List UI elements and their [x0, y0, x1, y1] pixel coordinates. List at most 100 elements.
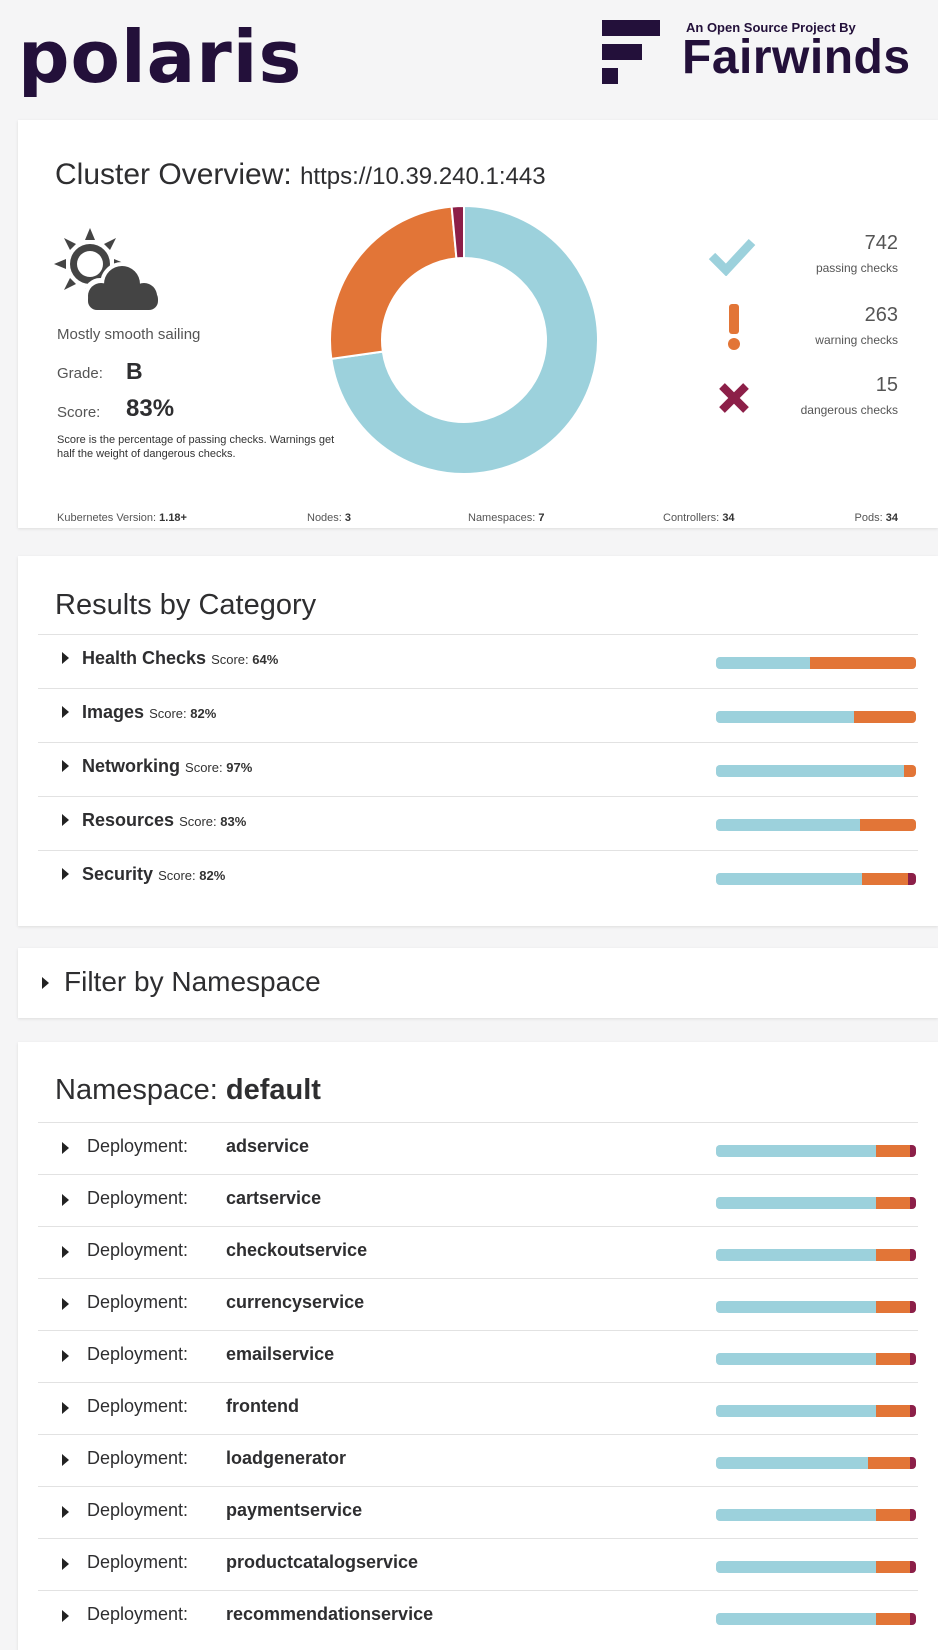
caret-right-icon[interactable] — [62, 706, 69, 718]
checks-donut-chart — [329, 204, 599, 475]
deployment-row[interactable]: Deployment: paymentservice — [38, 1486, 918, 1540]
deployment-score-bar — [716, 1301, 916, 1313]
category-row-health-checks[interactable]: Health Checks Score: 64% — [38, 634, 918, 688]
caret-right-icon[interactable] — [42, 977, 49, 989]
bar-danger — [910, 1353, 916, 1365]
pods-count: Pods: 34 — [855, 512, 898, 524]
bar-danger — [910, 1613, 916, 1625]
bar-passing — [716, 1509, 876, 1521]
caret-right-icon[interactable] — [62, 652, 69, 664]
caret-right-icon[interactable] — [62, 760, 69, 772]
bar-passing — [716, 1249, 876, 1261]
cluster-mood: Mostly smooth sailing — [57, 326, 201, 343]
filter-by-namespace-card[interactable]: Filter by Namespace — [18, 948, 938, 1018]
caret-right-icon[interactable] — [62, 1610, 69, 1622]
caret-right-icon[interactable] — [62, 1454, 69, 1466]
bar-warning — [876, 1509, 910, 1521]
caret-right-icon[interactable] — [62, 1350, 69, 1362]
bar-danger — [908, 873, 916, 885]
results-by-category-card: Results by Category Health Checks Score:… — [18, 556, 938, 926]
warning-count: 263 — [864, 304, 898, 326]
category-score: 97% — [226, 760, 253, 775]
category-score-label: Score: — [185, 760, 223, 775]
deployment-kind-label: Deployment: — [87, 1500, 189, 1520]
category-row-resources[interactable]: Resources Score: 83% — [38, 796, 918, 850]
checkmark-icon — [708, 238, 756, 276]
namespaces-label: Namespaces: — [468, 512, 536, 524]
bar-passing — [716, 711, 854, 723]
donut-slice-warning[interactable] — [329, 205, 458, 361]
bar-passing — [716, 1561, 876, 1573]
deployment-score-bar — [716, 1457, 916, 1469]
bar-danger — [910, 1249, 916, 1261]
bar-warning — [876, 1613, 910, 1625]
category-label: Images Score: 82% — [82, 702, 216, 723]
category-name: Health Checks — [82, 648, 207, 668]
deployment-row[interactable]: Deployment: loadgenerator — [38, 1434, 918, 1488]
bar-warning — [876, 1405, 910, 1417]
deployment-score-bar — [716, 1353, 916, 1365]
pods-label: Pods: — [854, 512, 883, 524]
category-score: 64% — [252, 652, 279, 667]
namespace-card: Namespace: default Deployment: adservice… — [18, 1042, 938, 1650]
deployment-row[interactable]: Deployment: cartservice — [38, 1174, 918, 1228]
polaris-logo[interactable]: polaris — [18, 14, 302, 100]
caret-right-icon[interactable] — [62, 1246, 69, 1258]
controllers-count: Controllers: 34 — [663, 512, 735, 524]
bar-passing — [716, 1197, 876, 1209]
fairwinds-logo[interactable]: An Open Source Project By Fairwinds — [602, 20, 938, 90]
caret-right-icon[interactable] — [62, 1558, 69, 1570]
danger-label: dangerous checks — [800, 403, 898, 417]
caret-right-icon[interactable] — [62, 1194, 69, 1206]
pods-value: 34 — [885, 512, 898, 524]
category-score-bar — [716, 765, 916, 777]
passing-label: passing checks — [815, 261, 898, 275]
bar-passing — [716, 657, 810, 669]
deployment-row[interactable]: Deployment: frontend — [38, 1382, 918, 1436]
category-score-bar — [716, 657, 916, 669]
bar-warning — [876, 1561, 910, 1573]
caret-right-icon[interactable] — [62, 1142, 69, 1154]
bar-warning — [876, 1249, 910, 1261]
deployment-row[interactable]: Deployment: currencyservice — [38, 1278, 918, 1332]
caret-right-icon[interactable] — [62, 1402, 69, 1414]
danger-count: 15 — [875, 374, 898, 396]
category-score-label: Score: — [158, 868, 196, 883]
category-row-images[interactable]: Images Score: 82% — [38, 688, 918, 742]
deployment-row[interactable]: Deployment: checkoutservice — [38, 1226, 918, 1280]
bar-danger — [910, 1405, 916, 1417]
filter-title[interactable]: Filter by Namespace — [64, 966, 321, 998]
exclamation-icon — [728, 304, 740, 350]
deployment-name: currencyservice — [226, 1292, 365, 1312]
cross-icon — [719, 383, 749, 413]
deployment-row[interactable]: Deployment: recommendationservice — [38, 1590, 918, 1644]
category-row-networking[interactable]: Networking Score: 97% — [38, 742, 918, 796]
deployment-name: emailservice — [226, 1344, 335, 1364]
caret-right-icon[interactable] — [62, 1298, 69, 1310]
page-header: polaris An Open Source Project By Fairwi… — [0, 0, 938, 110]
bar-danger — [910, 1197, 916, 1209]
caret-right-icon[interactable] — [62, 814, 69, 826]
category-score: 83% — [220, 814, 247, 829]
category-score-bar — [716, 873, 916, 885]
deployment-kind-label: Deployment: — [87, 1604, 189, 1624]
bar-warning — [860, 819, 916, 831]
controllers-value: 34 — [722, 512, 735, 524]
category-row-security[interactable]: Security Score: 82% — [38, 850, 918, 904]
warning-stat: 263 warning checks — [815, 304, 898, 347]
deployment-row[interactable]: Deployment: productcatalogservice — [38, 1538, 918, 1592]
caret-right-icon[interactable] — [62, 1506, 69, 1518]
bar-warning — [868, 1457, 910, 1469]
nodes-value: 3 — [344, 512, 352, 524]
category-label: Resources Score: 83% — [82, 810, 246, 831]
deployment-score-bar — [716, 1145, 916, 1157]
nodes-label: Nodes: — [307, 512, 342, 524]
deployment-row[interactable]: Deployment: emailservice — [38, 1330, 918, 1384]
kubernetes-version-value: 1.18+ — [159, 512, 187, 524]
bar-passing — [716, 819, 860, 831]
cluster-overview-card: Cluster Overview: https://10.39.240.1:44… — [18, 120, 938, 528]
bar-warning — [904, 765, 916, 777]
caret-right-icon[interactable] — [62, 868, 69, 880]
deployment-name: frontend — [226, 1396, 299, 1416]
deployment-row[interactable]: Deployment: adservice — [38, 1122, 918, 1176]
